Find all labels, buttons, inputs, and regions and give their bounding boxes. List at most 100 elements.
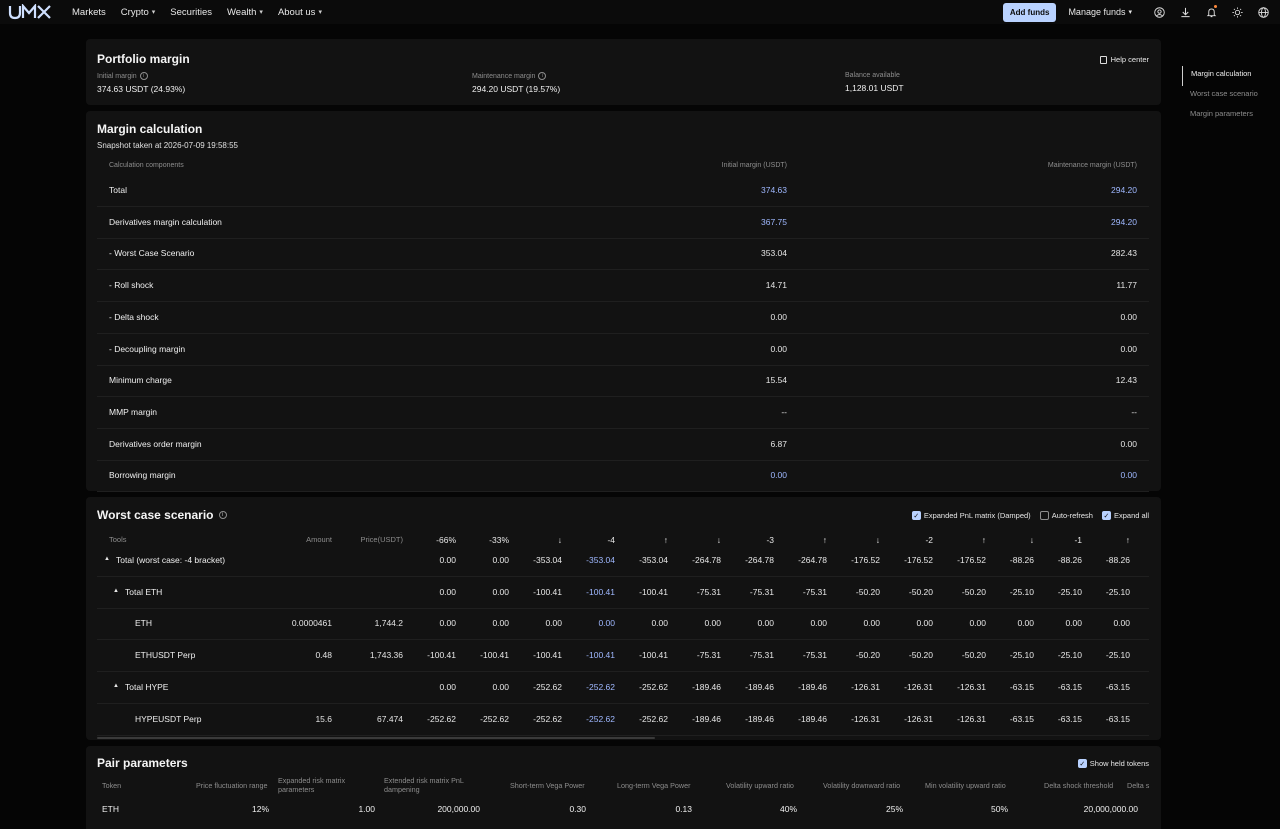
margin-row-label: MMP margin	[109, 406, 158, 417]
col-shock: ↑	[663, 535, 668, 545]
theme-sun-icon[interactable]	[1228, 3, 1246, 21]
pair-cell: 1.00	[358, 804, 375, 814]
nav-wealth[interactable]: Wealth ▾	[227, 7, 263, 18]
scenario-value: -63.15	[1057, 681, 1082, 692]
pair-cell: 0.30	[569, 804, 586, 814]
scenario-value: -25.10	[1009, 586, 1034, 597]
collapse-caret-icon[interactable]: ▲	[113, 683, 119, 689]
horizontal-scrollbar[interactable]	[97, 737, 655, 739]
show-held-tokens-checkbox[interactable]: ✓	[1077, 759, 1087, 768]
scenario-row-price: 1,743.36	[369, 650, 403, 661]
scenario-value: -25.10	[1009, 650, 1034, 661]
col-price: Price(USDT)	[360, 535, 404, 544]
scenario-row[interactable]: ▲ Total HYPE 0.00 0.00 -252.62 -252.62 -252.62…	[97, 672, 1149, 704]
scenario-row-label: ETHUSDT Perp	[135, 650, 196, 661]
nav-crypto[interactable]: Crypto ▾	[121, 7, 156, 18]
margin-row-initial: --	[781, 406, 787, 417]
scenario-row[interactable]: ▲ Total ETH 0.00 0.00 -100.41 -100.41 -100.41 -…	[97, 577, 1149, 609]
chevron-down-icon: ▾	[259, 9, 263, 16]
nav-about-us[interactable]: About us ▾	[278, 7, 322, 18]
scenario-value: 0.00	[651, 618, 668, 629]
col-tools: Tools	[109, 535, 127, 544]
col-shock: ↓	[1029, 535, 1034, 545]
scenario-value: -50.20	[961, 650, 986, 661]
pair-cell: 200,000.00	[437, 804, 480, 814]
pair-parameters-title: Pair parameters	[97, 756, 188, 770]
expand-all-checkbox[interactable]: ✓	[1101, 511, 1111, 520]
margin-row-maintenance: 294.20	[1111, 216, 1137, 227]
scenario-value: -189.46	[692, 681, 721, 692]
notification-bell-icon[interactable]	[1202, 3, 1220, 21]
expanded-pnl-checkbox[interactable]: ✓	[911, 511, 921, 520]
margin-row-initial: 0.00	[770, 311, 787, 322]
scenario-value: -75.31	[749, 650, 774, 661]
show-held-tokens-toggle[interactable]: ✓ Show held tokens	[1077, 759, 1149, 768]
pair-cell: 20,000,000.00	[1083, 804, 1138, 814]
margin-row-initial: 6.87	[770, 438, 787, 449]
toc-margin-parameters[interactable]: Margin parameters	[1182, 106, 1272, 126]
scenario-row-label: Total ETH	[125, 586, 163, 597]
scenario-value: -63.15	[1009, 713, 1034, 724]
margin-row: Borrowing margin 0.00 0.00	[97, 460, 1149, 493]
info-icon[interactable]: i	[139, 72, 148, 80]
margin-row-maintenance: 294.20	[1111, 185, 1137, 195]
scenario-value: -50.20	[908, 650, 933, 661]
col-shock: ↓	[875, 535, 880, 545]
col-shock: -4	[607, 535, 615, 545]
margin-row-label: Derivatives margin calculation	[109, 216, 222, 227]
scenario-value: -252.62	[639, 681, 668, 692]
nav-securities[interactable]: Securities	[170, 7, 212, 18]
scenario-value: 0.00	[545, 618, 562, 629]
scenario-value: -126.31	[957, 713, 986, 724]
margin-row-maintenance: 0.00	[1120, 343, 1137, 354]
scenario-value: -176.52	[957, 555, 986, 565]
scenario-value: -100.41	[639, 650, 668, 661]
scenario-value: -75.31	[749, 586, 774, 597]
nav-markets[interactable]: Markets	[72, 7, 106, 18]
help-center-link[interactable]: Help center	[1099, 55, 1149, 64]
scenario-value: -252.62	[533, 681, 562, 692]
scenario-value: -189.46	[745, 713, 774, 724]
info-icon[interactable]: i	[538, 72, 547, 80]
scenario-value: -252.62	[586, 681, 615, 692]
scenario-row-label: HYPEUSDT Perp	[135, 713, 202, 724]
scenario-value: 0.00	[1017, 618, 1034, 629]
user-icon[interactable]	[1150, 3, 1168, 21]
toc-worst-case-scenario[interactable]: Worst case scenario	[1182, 86, 1272, 106]
pair-cell: 0.13	[675, 804, 692, 814]
col-shock: ↑	[1125, 535, 1130, 545]
margin-row-label: - Worst Case Scenario	[109, 248, 195, 259]
info-icon[interactable]: i	[218, 511, 227, 519]
scenario-value: -176.52	[851, 555, 880, 565]
globe-icon[interactable]	[1254, 3, 1272, 21]
download-icon[interactable]	[1176, 3, 1194, 21]
scenario-value: -25.10	[1057, 650, 1082, 661]
scenario-value: -126.31	[957, 681, 986, 692]
scenario-value: -100.41	[533, 586, 562, 597]
pair-col-header: Min volatility upward ratio	[925, 781, 1006, 790]
scenario-value: -252.62	[533, 713, 562, 724]
margin-calculation-panel: Margin calculation Snapshot taken at 202…	[86, 111, 1161, 493]
umx-logo[interactable]	[8, 4, 54, 20]
auto-refresh-checkbox[interactable]	[1039, 511, 1049, 520]
scenario-row[interactable]: ▲ Total (worst case: -4 bracket) 0.00 0.00 -…	[97, 545, 1149, 577]
scenario-value: -100.41	[586, 586, 615, 597]
scenario-row-label: Total (worst case: -4 bracket)	[116, 555, 226, 565]
scenario-value: 0.00	[916, 618, 933, 629]
margin-row-maintenance: --	[1131, 406, 1137, 417]
maintenance-margin-stat: Maintenance margin i 294.20 USDT (19.57%)	[472, 72, 561, 94]
collapse-caret-icon[interactable]: ▲	[113, 588, 119, 594]
collapse-caret-icon[interactable]: ▲	[104, 556, 110, 562]
col-shock: -1	[1074, 535, 1082, 545]
scenario-row-label: Total HYPE	[125, 681, 169, 692]
scenario-value: 0.00	[704, 618, 721, 629]
manage-funds-menu[interactable]: Manage funds ▾	[1068, 7, 1132, 17]
margin-row-initial: 0.00	[770, 470, 787, 481]
scenario-value: -63.15	[1105, 681, 1130, 692]
pair-col-header: Long-term Vega Power	[617, 781, 691, 790]
scenario-value: -75.31	[696, 586, 721, 597]
scenario-value: 0.00	[1065, 618, 1082, 629]
toc-margin-calculation[interactable]: Margin calculation	[1182, 66, 1272, 86]
add-funds-button[interactable]: Add funds	[1002, 2, 1057, 22]
margin-row-maintenance: 12.43	[1115, 375, 1137, 386]
